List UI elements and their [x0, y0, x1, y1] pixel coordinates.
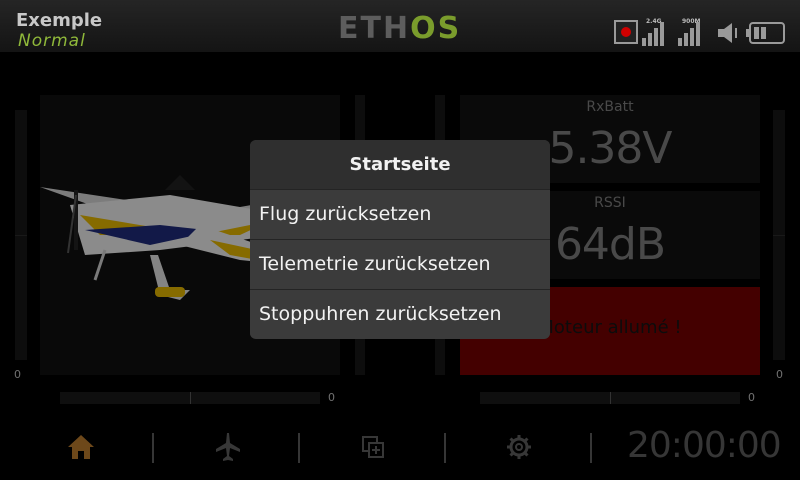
record-icon[interactable] [614, 20, 638, 44]
model-name[interactable]: Exemple [16, 10, 102, 31]
top-status-bar: Exemple Normal ETHOS 2.4G 900M [0, 0, 800, 52]
home-context-menu: Startseite Flug zurücksetzen Telemetrie … [250, 140, 550, 339]
menu-item-reset-timers[interactable]: Stoppuhren zurücksetzen [250, 289, 550, 338]
menu-title: Startseite [250, 140, 550, 189]
volume-icon[interactable] [716, 22, 742, 44]
menu-item-reset-flight[interactable]: Flug zurücksetzen [250, 189, 550, 238]
battery-icon [746, 22, 785, 44]
menu-item-reset-telemetry[interactable]: Telemetrie zurücksetzen [250, 239, 550, 288]
logo-os: OS [410, 11, 462, 46]
signal-2-4g-icon: 2.4G [642, 18, 670, 46]
logo-eth: ETH [338, 11, 411, 46]
flight-mode: Normal [18, 31, 86, 51]
signal-900m-icon: 900M [678, 18, 706, 46]
ethos-logo: ETHOS [338, 14, 461, 44]
